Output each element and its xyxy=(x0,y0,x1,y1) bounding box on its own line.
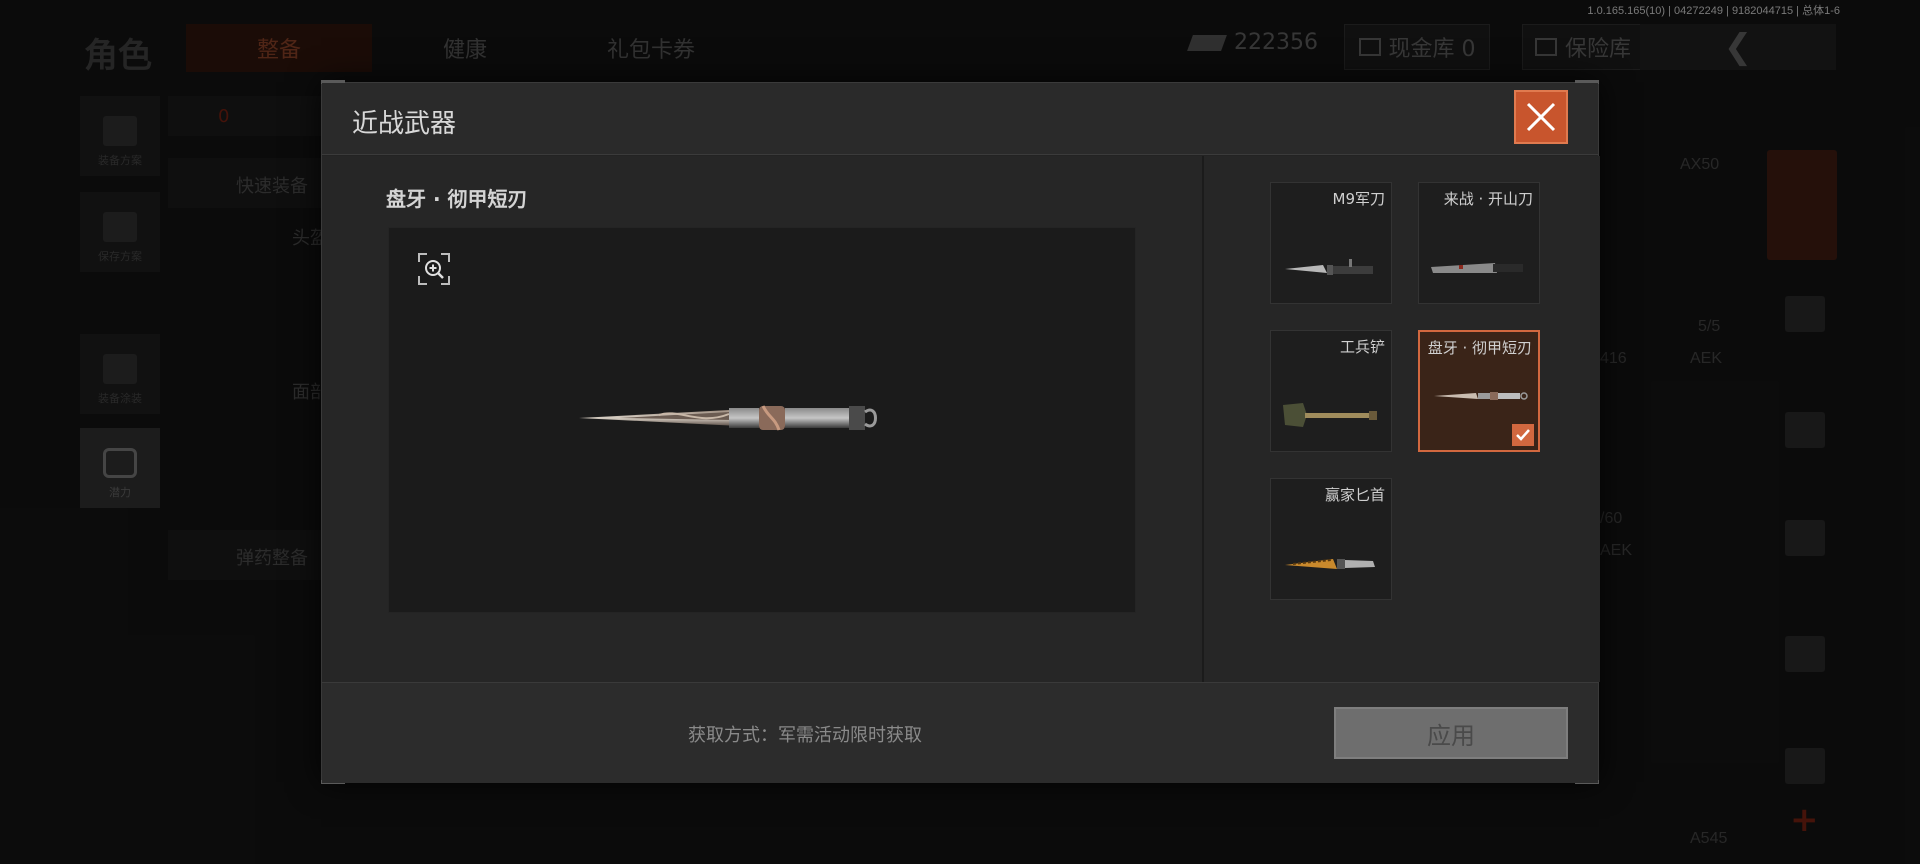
weapon-grid: M9军刀 来战 · 开山刀 工兵铲 盘牙 · 彻甲短刃 赢家匕首 xyxy=(1204,156,1600,682)
weapon-card-machete[interactable]: 来战 · 开山刀 xyxy=(1418,182,1540,304)
acquire-method-text: 获取方式：军需活动限时获取 xyxy=(688,725,922,746)
winner-dagger-image xyxy=(1285,559,1375,569)
close-button[interactable] xyxy=(1514,90,1568,144)
weapon-card-label: M9军刀 xyxy=(1332,190,1386,208)
zoom-button[interactable] xyxy=(417,252,451,286)
weapon-card-label: 赢家匕首 xyxy=(1324,486,1385,504)
modal-title: 近战武器 xyxy=(352,109,457,139)
machete-image xyxy=(1431,263,1523,273)
weapon-card-winner-dagger[interactable]: 赢家匕首 xyxy=(1270,478,1392,600)
game-screen: 角色 整备 健康 礼包卡券 222356 现金库 0 保险库 ❮ 1.0.165… xyxy=(0,0,1920,864)
fang-dagger-image xyxy=(1434,392,1528,400)
selected-weapon-name: 盘牙 · 彻甲短刃 xyxy=(386,187,528,211)
weapon-preview-viewport[interactable] xyxy=(388,227,1136,613)
shovel-image xyxy=(1283,403,1377,427)
zoom-in-icon xyxy=(418,253,450,285)
m9-knife-image xyxy=(1285,259,1373,275)
selected-check xyxy=(1512,424,1534,446)
weapon-card-fang-dagger[interactable]: 盘牙 · 彻甲短刃 xyxy=(1418,330,1540,452)
modal-footer: 获取方式：军需活动限时获取 应用 xyxy=(322,682,1598,783)
weapon-card-shovel[interactable]: 工兵铲 xyxy=(1270,330,1392,452)
weapon-card-label: 工兵铲 xyxy=(1339,338,1385,356)
weapon-model-image xyxy=(579,405,877,431)
weapon-card-m9[interactable]: M9军刀 xyxy=(1270,182,1392,304)
apply-button[interactable]: 应用 xyxy=(1334,707,1568,759)
modal-header: 近战武器 xyxy=(322,83,1598,155)
close-icon xyxy=(1526,102,1556,132)
check-icon xyxy=(1516,429,1530,441)
weapon-card-label: 盘牙 · 彻甲短刃 xyxy=(1427,339,1532,357)
melee-weapon-modal: 近战武器 盘牙 · 彻甲短刃 M9军刀 来战 · 开山刀 工兵铲 盘牙 · 彻甲… xyxy=(321,80,1600,784)
weapon-card-label: 来战 · 开山刀 xyxy=(1443,190,1533,208)
